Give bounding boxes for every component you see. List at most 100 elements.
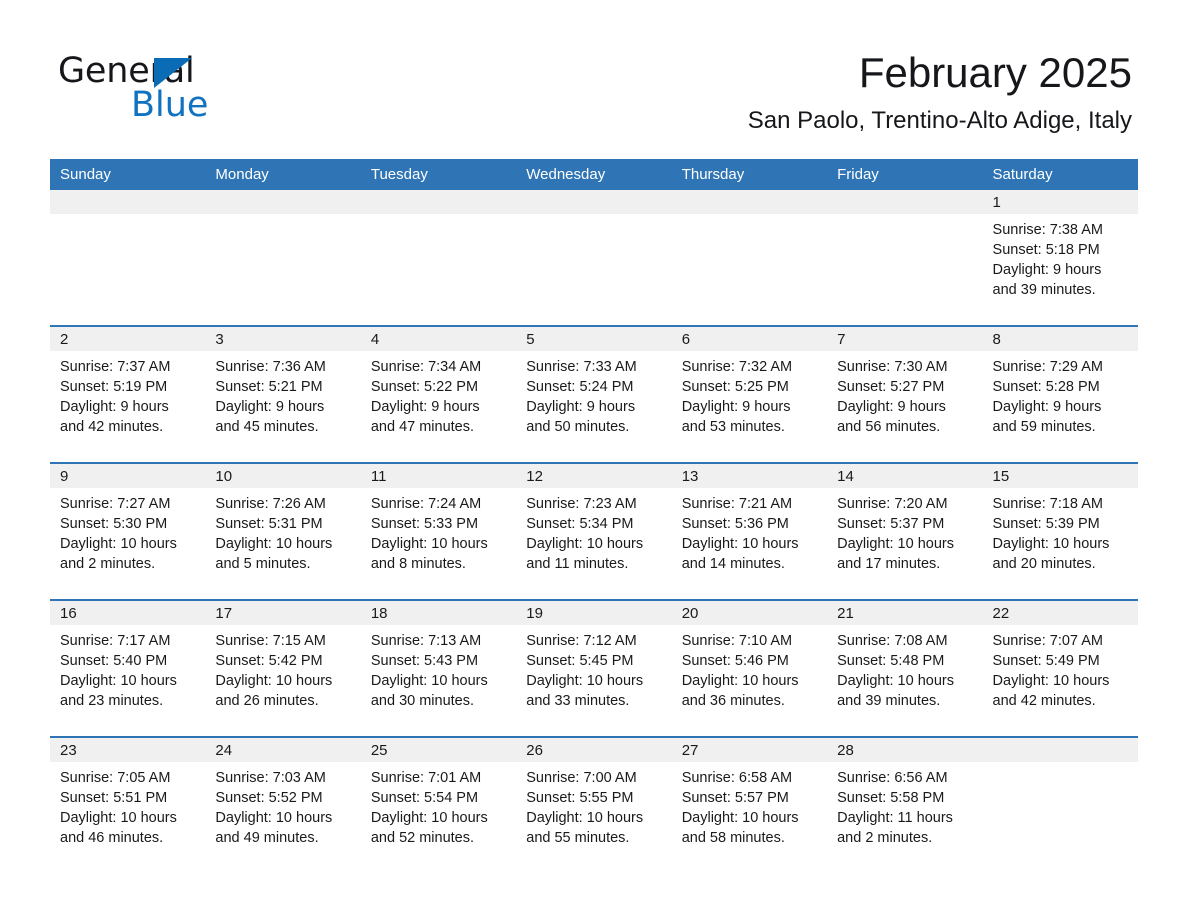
calendar-day-cell[interactable]: 10 Sunrise: 7:26 AM Sunset: 5:31 PM Dayligh…: [205, 462, 361, 600]
day-detail-line: and 53 minutes.: [681, 419, 785, 435]
calendar-day-cell[interactable]: 14 Sunrise: 7:20 AM Sunset: 5:37 PM Dayligh…: [827, 462, 983, 600]
calendar-day-cell[interactable]: 26 Sunrise: 7:00 AM Sunset: 5:55 PM Dayligh…: [516, 736, 672, 873]
day-detail-line: Daylight: 10 hours: [992, 673, 1110, 689]
day-number: 14: [827, 464, 983, 488]
day-detail-line: and 11 minutes.: [526, 556, 629, 572]
day-detail-line: Sunset: 5:24 PM: [526, 379, 634, 395]
day-detail-line: Sunrise: 7:34 AM: [370, 359, 482, 375]
day-detail-line: Daylight: 9 hours: [681, 399, 791, 415]
calendar-header-row: Sunday Monday Tuesday Wednesday Thursday Frid…: [50, 159, 1138, 190]
calendar-day-cell[interactable]: 4 Sunrise: 7:34 AM Sunset: 5:22 PM Daylight…: [360, 325, 517, 463]
day-detail-line: Sunrise: 7:03 AM: [215, 770, 326, 786]
calendar-day-cell[interactable]: 15 Sunrise: 7:18 AM Sunset: 5:39 PM Dayligh…: [982, 462, 1138, 600]
calendar-day-cell[interactable]: 2 Sunrise: 7:37 AM Sunset: 5:19 PM Daylight…: [50, 325, 206, 463]
calendar-day-cell[interactable]: 5 Sunrise: 7:33 AM Sunset: 5:24 PM Daylight…: [516, 325, 672, 463]
day-details: Sunrise: 7:18 AM Sunset: 5:39 PM Daylight:…: [983, 488, 1138, 574]
day-details: Sunrise: 7:08 AM Sunset: 5:48 PM Daylight:…: [827, 625, 982, 711]
calendar-week-row: 2 Sunrise: 7:37 AM Sunset: 5:19 PM Daylight…: [50, 325, 1138, 463]
day-detail-line: and 49 minutes.: [215, 830, 319, 846]
calendar-day-cell[interactable]: 28 Sunrise: 6:56 AM Sunset: 5:58 PM Dayligh…: [827, 736, 983, 873]
day-details: Sunrise: 7:20 AM Sunset: 5:37 PM Daylight:…: [827, 488, 982, 574]
day-number: 16: [50, 601, 206, 625]
day-detail-line: and 33 minutes.: [526, 693, 630, 709]
day-detail-line: Sunset: 5:19 PM: [60, 379, 168, 395]
day-number: 5: [516, 327, 672, 351]
calendar-day-cell[interactable]: 27 Sunrise: 6:58 AM Sunset: 5:57 PM Dayligh…: [671, 736, 828, 873]
day-detail-line: and 20 minutes.: [992, 556, 1096, 572]
day-detail-line: and 23 minutes.: [60, 693, 164, 709]
day-detail-line: Sunset: 5:27 PM: [837, 379, 945, 395]
calendar-day-cell[interactable]: 20 Sunrise: 7:10 AM Sunset: 5:46 PM Dayligh…: [671, 599, 828, 737]
day-number: [360, 190, 517, 214]
day-details: Sunrise: 7:37 AM Sunset: 5:19 PM Daylight:…: [50, 351, 205, 437]
day-detail-line: and 58 minutes.: [681, 830, 785, 846]
calendar-day-cell[interactable]: 8 Sunrise: 7:29 AM Sunset: 5:28 PM Daylight…: [982, 325, 1138, 463]
day-detail-line: and 42 minutes.: [992, 693, 1096, 709]
day-detail-line: and 52 minutes.: [370, 830, 475, 846]
calendar-day-cell[interactable]: 13 Sunrise: 7:21 AM Sunset: 5:36 PM Dayligh…: [671, 462, 828, 600]
day-details: Sunrise: 7:15 AM Sunset: 5:42 PM Daylight:…: [205, 625, 360, 711]
day-detail-line: Daylight: 10 hours: [215, 673, 333, 689]
calendar-day-cell[interactable]: 16 Sunrise: 7:17 AM Sunset: 5:40 PM Dayligh…: [50, 599, 206, 737]
day-detail-line: Sunset: 5:25 PM: [681, 379, 789, 395]
day-detail-line: Daylight: 9 hours: [370, 399, 480, 415]
day-detail-line: Sunset: 5:30 PM: [60, 516, 168, 532]
calendar-day-cell[interactable]: 7 Sunrise: 7:30 AM Sunset: 5:27 PM Daylight…: [827, 325, 983, 463]
day-number: 8: [982, 327, 1138, 351]
day-detail-line: Sunrise: 6:58 AM: [681, 770, 793, 786]
day-details: Sunrise: 7:26 AM Sunset: 5:31 PM Daylight:…: [205, 488, 360, 574]
day-detail-line: and 14 minutes.: [681, 556, 785, 572]
calendar-page: General Blue February 2025 San Paolo, Tr…: [0, 0, 1188, 918]
calendar-day-cell[interactable]: 6 Sunrise: 7:32 AM Sunset: 5:25 PM Daylight…: [671, 325, 828, 463]
general-blue-logo[interactable]: General Blue: [58, 52, 358, 132]
day-details: Sunrise: 6:58 AM Sunset: 5:57 PM Daylight:…: [672, 762, 827, 848]
calendar-day-cell[interactable]: 24 Sunrise: 7:03 AM Sunset: 5:52 PM Dayligh…: [205, 736, 361, 873]
day-detail-line: and 59 minutes.: [992, 419, 1096, 435]
day-detail-line: Sunrise: 7:38 AM: [992, 222, 1103, 238]
day-detail-line: and 30 minutes.: [370, 693, 475, 709]
calendar-day-cell[interactable]: 1 Sunrise: 7:38 AM Sunset: 5:18 PM Daylight…: [982, 190, 1138, 326]
day-detail-line: Daylight: 10 hours: [837, 536, 954, 552]
day-detail-line: Sunset: 5:55 PM: [526, 790, 634, 806]
calendar-day-cell[interactable]: 21 Sunrise: 7:08 AM Sunset: 5:48 PM Dayligh…: [827, 599, 983, 737]
calendar-day-cell[interactable]: 3 Sunrise: 7:36 AM Sunset: 5:21 PM Daylight…: [205, 325, 361, 463]
calendar-day-cell-empty: [360, 190, 517, 326]
calendar-day-cell[interactable]: 22 Sunrise: 7:07 AM Sunset: 5:49 PM Dayligh…: [982, 599, 1138, 737]
calendar-day-cell[interactable]: 23 Sunrise: 7:05 AM Sunset: 5:51 PM Dayligh…: [50, 736, 206, 873]
day-number: 7: [827, 327, 983, 351]
day-detail-line: Sunrise: 7:32 AM: [681, 359, 793, 375]
day-detail-line: Daylight: 10 hours: [370, 810, 488, 826]
location-subtitle: San Paolo, Trentino-Alto Adige, Italy: [747, 107, 1132, 134]
day-detail-line: Sunrise: 7:05 AM: [60, 770, 171, 786]
day-details: Sunrise: 7:21 AM Sunset: 5:36 PM Daylight:…: [672, 488, 827, 574]
calendar-body: 1 Sunrise: 7:38 AM Sunset: 5:18 PM Daylight…: [50, 190, 1138, 873]
day-number: [982, 738, 1138, 762]
calendar-day-cell[interactable]: 19 Sunrise: 7:12 AM Sunset: 5:45 PM Dayligh…: [516, 599, 672, 737]
day-detail-line: Sunrise: 7:23 AM: [526, 496, 637, 512]
day-details: Sunrise: 7:23 AM Sunset: 5:34 PM Daylight:…: [516, 488, 671, 574]
day-detail-line: Daylight: 9 hours: [992, 262, 1102, 278]
day-detail-line: Sunrise: 6:56 AM: [837, 770, 948, 786]
day-detail-line: Sunrise: 7:33 AM: [526, 359, 637, 375]
weekday-header-monday: Monday: [205, 159, 361, 190]
day-detail-line: Sunrise: 7:10 AM: [681, 633, 793, 649]
day-detail-line: Sunset: 5:45 PM: [526, 653, 634, 669]
day-detail-line: Sunrise: 7:30 AM: [837, 359, 948, 375]
calendar-day-cell[interactable]: 25 Sunrise: 7:01 AM Sunset: 5:54 PM Dayligh…: [360, 736, 517, 873]
day-details: Sunrise: 7:27 AM Sunset: 5:30 PM Daylight:…: [50, 488, 205, 574]
day-number: 12: [516, 464, 672, 488]
calendar-day-cell[interactable]: 11 Sunrise: 7:24 AM Sunset: 5:33 PM Dayligh…: [360, 462, 517, 600]
calendar-day-cell[interactable]: 18 Sunrise: 7:13 AM Sunset: 5:43 PM Dayligh…: [360, 599, 517, 737]
day-details: Sunrise: 7:13 AM Sunset: 5:43 PM Daylight:…: [361, 625, 516, 711]
day-detail-line: and 55 minutes.: [526, 830, 630, 846]
calendar-day-cell[interactable]: 12 Sunrise: 7:23 AM Sunset: 5:34 PM Dayligh…: [516, 462, 672, 600]
weekday-header-saturday: Saturday: [982, 159, 1138, 190]
logo-triangle-icon: [154, 58, 192, 88]
day-detail-line: Daylight: 10 hours: [526, 536, 644, 552]
day-detail-line: Sunset: 5:28 PM: [992, 379, 1100, 395]
day-detail-line: Sunrise: 7:17 AM: [60, 633, 171, 649]
calendar-day-cell[interactable]: 9 Sunrise: 7:27 AM Sunset: 5:30 PM Daylight…: [50, 462, 206, 600]
calendar-day-cell[interactable]: 17 Sunrise: 7:15 AM Sunset: 5:42 PM Dayligh…: [205, 599, 361, 737]
weekday-header-sunday: Sunday: [50, 159, 206, 190]
day-detail-line: Sunrise: 7:20 AM: [837, 496, 948, 512]
